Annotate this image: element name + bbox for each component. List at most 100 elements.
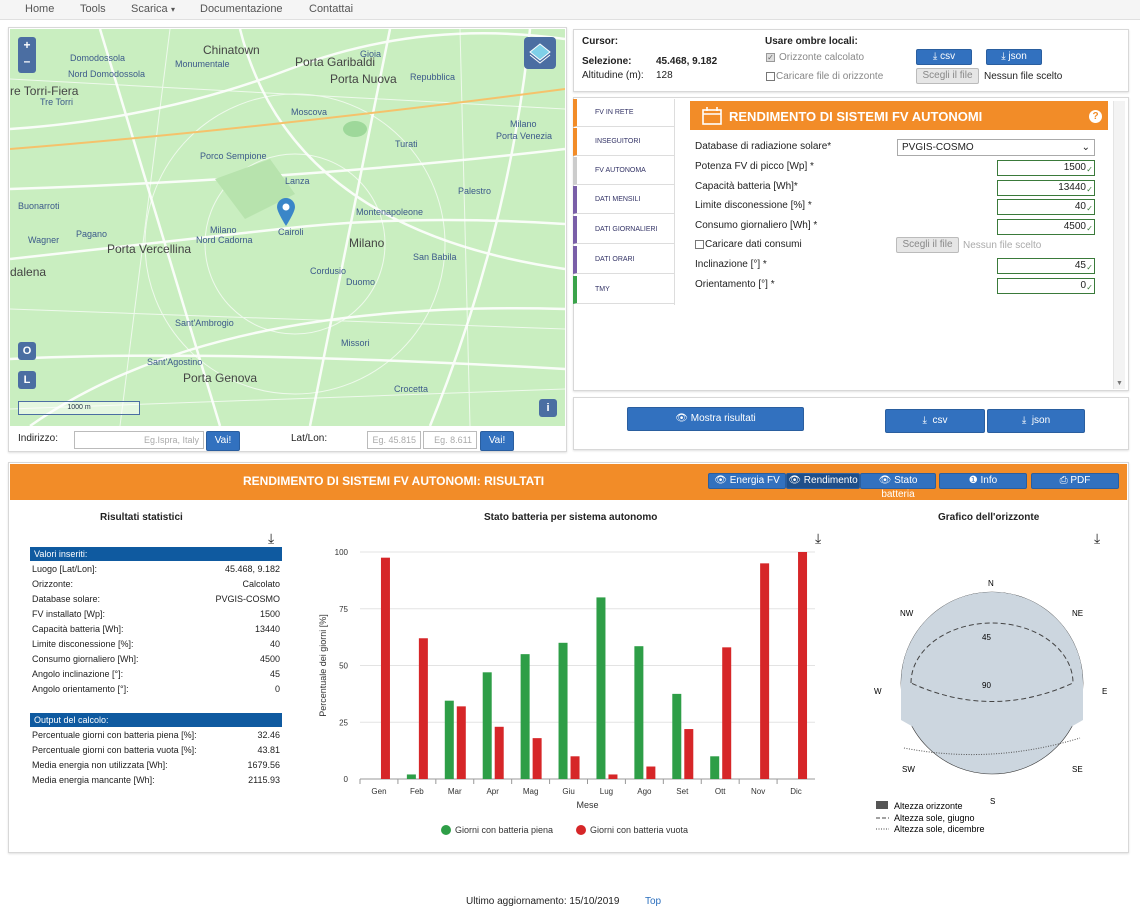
layers-icon — [529, 43, 551, 64]
latlon-go-button[interactable]: Vai! — [480, 431, 514, 451]
map-l-button[interactable]: L — [18, 371, 36, 389]
y-tick-label: 25 — [339, 718, 348, 727]
tab-dati-orari[interactable]: DATI ORARI — [573, 246, 674, 274]
chevron-down-icon: ⌄ — [1081, 142, 1090, 153]
help-icon[interactable]: ? — [1089, 110, 1102, 123]
map-label: Porta Genova — [183, 371, 258, 385]
calendar-icon — [702, 107, 722, 125]
bar-empty — [456, 706, 466, 779]
results-csv-button[interactable]: ⤓ csv — [885, 409, 985, 433]
tilt-input[interactable]: 45 — [997, 258, 1095, 275]
horizon-calc-label: Orizzonte calcolato — [779, 52, 865, 63]
tab-fv-autonoma[interactable]: FV AUTONOMA — [573, 157, 674, 185]
row-label: Percentuale giorni con batteria vuota [%… — [32, 745, 197, 755]
map-label: Buonarroti — [18, 201, 60, 211]
print-icon: ⎙ — [1059, 475, 1071, 486]
inputs-head: Valori inseriti: — [30, 547, 282, 561]
map-label: Pagano — [76, 229, 108, 239]
nav-home[interactable]: Home — [25, 3, 54, 15]
compass-se: SE — [1072, 765, 1083, 774]
consumption-input[interactable]: 4500 — [997, 219, 1095, 236]
bar-full — [634, 646, 644, 779]
load-choose-file-button[interactable]: Scegli il file — [896, 237, 959, 253]
compass-n: N — [988, 579, 994, 588]
zoom-in-button[interactable]: + — [18, 37, 36, 53]
horizon-choose-file-button[interactable]: Scegli il file — [916, 68, 979, 84]
row-value: 32.46 — [257, 730, 280, 740]
energy-fv-button[interactable]: 👁 Energia FV — [708, 473, 786, 489]
stats-title: Risultati statistici — [100, 512, 183, 523]
battery-state-button[interactable]: 👁 Stato batteria — [860, 473, 936, 500]
row-label: Database solare: — [32, 594, 101, 604]
map[interactable]: Chinatown Porta Garibaldi Porta Nuova Domod… — [10, 29, 565, 426]
stats-download-icon[interactable]: ⤓ — [268, 530, 274, 547]
rendimento-button[interactable]: 👁 Rendimento — [786, 473, 860, 489]
bar-empty — [608, 774, 618, 779]
horizon-csv-button[interactable]: ⤓ csv — [916, 49, 972, 65]
x-axis-label: Mese — [576, 800, 598, 810]
bar-full — [520, 654, 530, 779]
map-marker-icon[interactable] — [276, 197, 296, 227]
bar-empty — [798, 552, 808, 779]
selection-label: Selezione: — [582, 56, 632, 67]
map-label: Missori — [341, 338, 370, 348]
row-label: Consumo giornaliero [Wh]: — [32, 654, 139, 664]
map-info-button[interactable]: i — [539, 399, 557, 417]
x-tick-label: Nov — [751, 787, 765, 796]
map-label: Repubblica — [410, 72, 456, 82]
azimuth-input[interactable]: 0 — [997, 278, 1095, 295]
horizon-calc-checkbox[interactable]: ✓ — [766, 53, 775, 62]
address-input[interactable]: Eg.Ispra, Italy — [74, 431, 204, 449]
table-row: Media energia non utilizzata [Wh]: 1679.5… — [30, 758, 282, 773]
zoom-control: + – — [18, 37, 36, 73]
table-row: Database solare: PVGIS-COSMO — [30, 592, 282, 607]
horizon-json-button[interactable]: ⤓ json — [986, 49, 1042, 65]
pdf-button[interactable]: ⎙ PDF — [1031, 473, 1119, 489]
footer-top-link[interactable]: Top — [645, 896, 661, 907]
tab-inseguitori[interactable]: INSEGUITORI — [573, 128, 674, 156]
lon-input[interactable]: Eg. 8.611 — [423, 431, 477, 449]
horizon-download-icon[interactable]: ⤓ — [1094, 530, 1100, 547]
layers-button[interactable] — [524, 37, 556, 69]
latlon-label: Lat/Lon: — [291, 433, 328, 444]
horizon-title: Grafico dell'orizzonte — [938, 512, 1040, 523]
horizon-file-checkbox[interactable] — [766, 72, 775, 81]
tab-dati-mensili[interactable]: DATI MENSILI — [573, 186, 674, 214]
nav-contatti[interactable]: Contattai — [309, 3, 353, 15]
nav-tools[interactable]: Tools — [80, 3, 106, 15]
load-consumption-checkbox[interactable] — [695, 240, 704, 249]
results-json-button[interactable]: ⤓ json — [987, 409, 1085, 433]
nav-documentazione[interactable]: Documentazione — [200, 3, 283, 15]
info-button[interactable]: ❶ Info — [939, 473, 1027, 489]
compass-nw: NW — [900, 609, 914, 618]
tab-fv-in-rete[interactable]: FV IN RETE — [573, 99, 674, 127]
bar-empty — [570, 756, 580, 779]
address-go-button[interactable]: Vai! — [206, 431, 240, 451]
legend-horizon: Altezza orizzonte — [894, 801, 963, 811]
nav-scarica[interactable]: Scarica — [131, 3, 168, 15]
y-tick-label: 75 — [339, 605, 348, 614]
zoom-out-button[interactable]: – — [18, 53, 36, 69]
tab-tmy[interactable]: TMY — [573, 276, 674, 304]
x-tick-label: Set — [676, 787, 689, 796]
row-value: 43.81 — [257, 745, 280, 755]
legend-horizon-swatch — [876, 801, 888, 809]
x-tick-label: Lug — [600, 787, 613, 796]
tab-dati-giornalieri[interactable]: DATI GIORNALIERI — [573, 216, 674, 244]
map-label: Tre Torri — [40, 97, 74, 107]
map-o-button[interactable]: O — [18, 342, 36, 360]
db-select[interactable]: PVGIS-COSMO ⌄ — [897, 139, 1095, 156]
cutoff-input[interactable]: 40 — [997, 199, 1095, 216]
power-input[interactable]: 1500 — [997, 160, 1095, 177]
row-value: 45.468, 9.182 — [224, 564, 280, 574]
row-label: Capacità batteria [Wh]: — [32, 624, 124, 634]
altitude-label: Altitudine (m): — [582, 70, 644, 81]
chart-title: Stato batteria per sistema autonomo — [484, 512, 658, 523]
lat-input[interactable]: Eg. 45.815 — [367, 431, 421, 449]
y-tick-label: 0 — [344, 775, 349, 784]
form-scrollbar[interactable]: ▼ — [1113, 101, 1125, 389]
azimuth-label: Orientamento [°] * — [695, 279, 775, 290]
battery-input[interactable]: 13440 — [997, 180, 1095, 197]
map-label: Palestro — [458, 186, 492, 196]
show-results-button[interactable]: 👁 Mostra risultati — [627, 407, 804, 431]
